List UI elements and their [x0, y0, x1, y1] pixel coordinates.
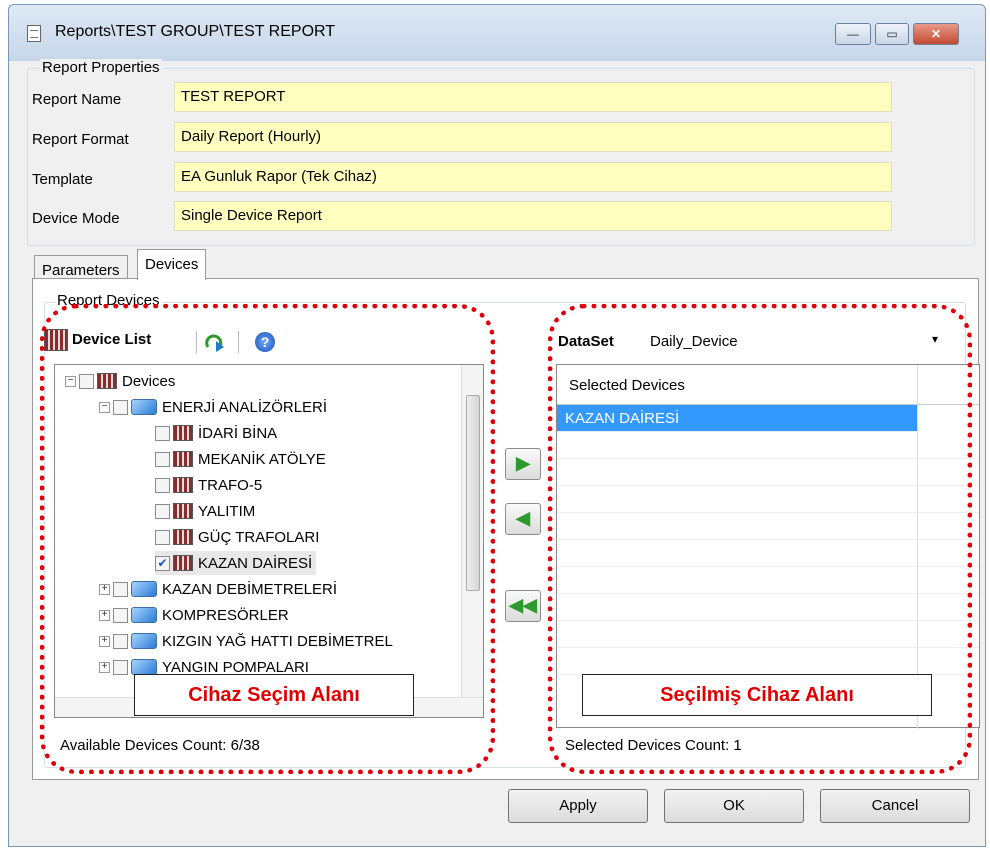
cancel-button[interactable]: Cancel [820, 789, 970, 823]
report-format-field[interactable]: Daily Report (Hourly) [174, 122, 892, 152]
title-bar[interactable]: Reports\TEST GROUP\TEST REPORT — ▭ ✕ [9, 5, 985, 61]
ok-button[interactable]: OK [664, 789, 804, 823]
report-format-label: Report Format [32, 131, 129, 148]
remove-device-button[interactable]: ◀ [505, 503, 541, 535]
minimize-button[interactable]: — [835, 23, 871, 45]
document-icon [27, 25, 41, 42]
device-mode-label: Device Mode [32, 210, 120, 227]
template-field[interactable]: EA Gunluk Rapor (Tek Cihaz) [174, 162, 892, 192]
maximize-button[interactable]: ▭ [875, 23, 909, 45]
report-name-label: Report Name [32, 91, 122, 108]
apply-button[interactable]: Apply [508, 789, 648, 823]
tab-devices[interactable]: Devices [137, 249, 207, 280]
template-label: Template [32, 171, 93, 188]
report-properties-label: Report Properties [40, 59, 162, 76]
tab-parameters[interactable]: Parameters [34, 255, 128, 279]
close-button[interactable]: ✕ [913, 23, 959, 45]
device-selection-area-label: Cihaz Seçim Alanı [134, 674, 414, 716]
selected-device-area-label: Seçilmiş Cihaz Alanı [582, 674, 932, 716]
add-device-button[interactable]: ▶ [505, 448, 541, 480]
remove-all-devices-button[interactable]: ◀◀ [505, 590, 541, 622]
window-title: Reports\TEST GROUP\TEST REPORT [55, 23, 336, 40]
device-mode-field[interactable]: Single Device Report [174, 201, 892, 231]
report-name-field[interactable]: TEST REPORT [174, 82, 892, 112]
